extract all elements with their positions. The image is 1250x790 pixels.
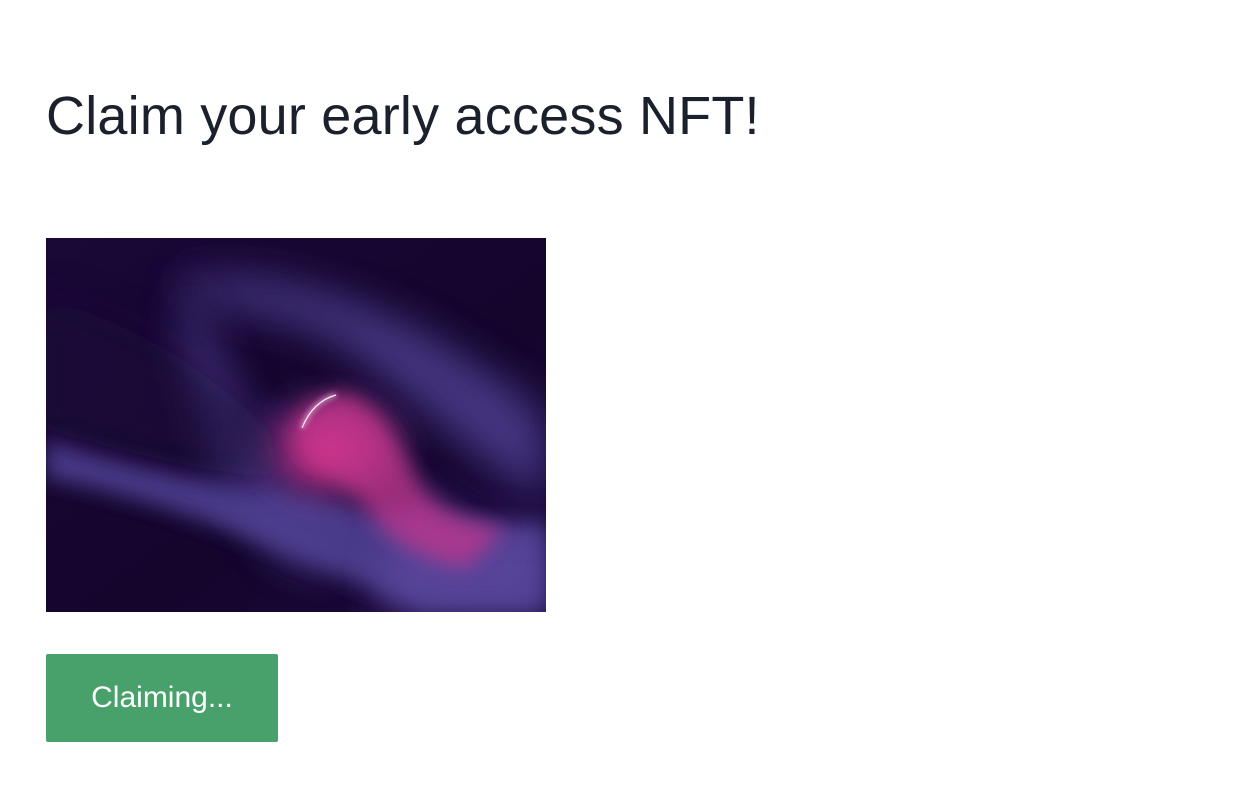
page-title: Claim your early access NFT! — [46, 86, 760, 146]
nft-artwork — [46, 238, 546, 612]
claim-page: Claim your early access NFT! Claiming... — [0, 0, 1250, 790]
nft-image — [46, 238, 546, 612]
claim-button[interactable]: Claiming... — [46, 654, 278, 742]
